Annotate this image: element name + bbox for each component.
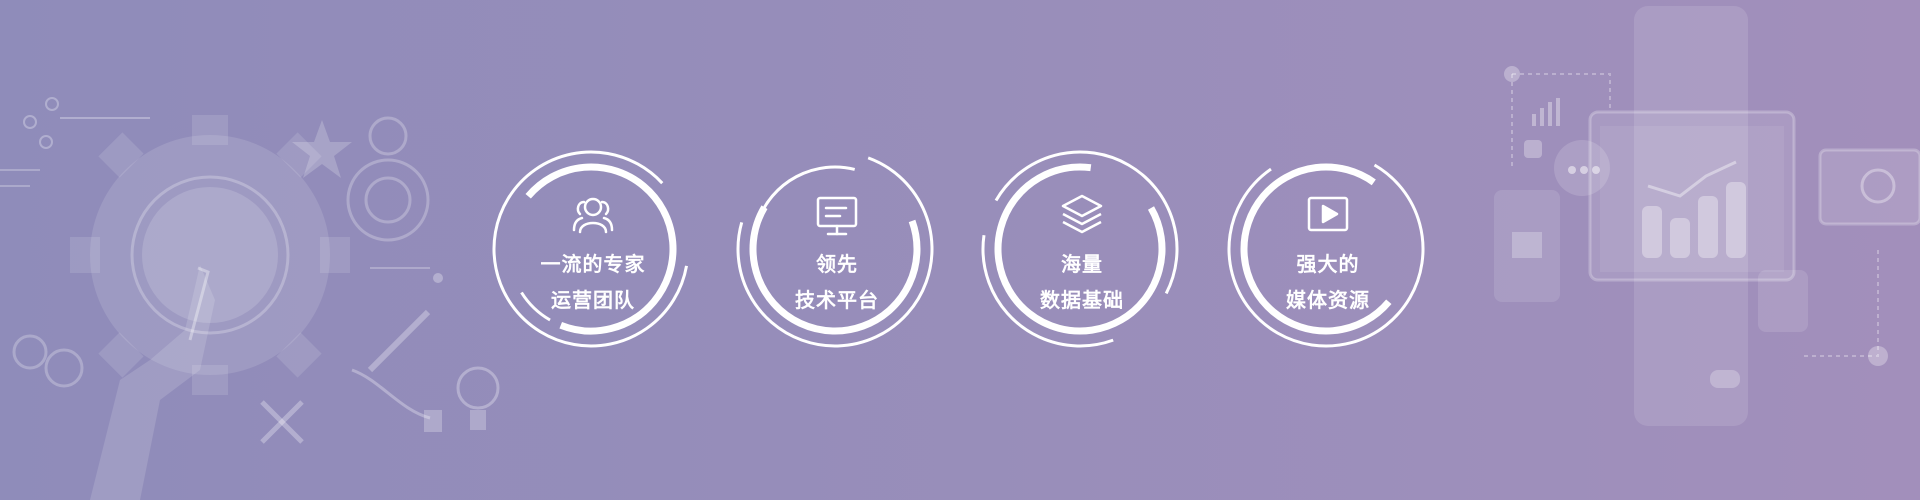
feature-label-line1: 领先 — [816, 252, 858, 276]
feature-label: 强大的 媒体资源 — [1223, 246, 1433, 318]
monitor-icon — [816, 196, 858, 236]
feature-media-resources: 强大的 媒体资源 — [1223, 146, 1433, 356]
feature-label-line2: 运营团队 — [551, 288, 635, 312]
gear-illustration — [0, 97, 500, 500]
feature-label-line2: 技术平台 — [795, 288, 879, 312]
feature-banner: 一流的专家 运营团队 领先 技术平台 海量 数据基础 强大的 媒体资源 — [0, 0, 1920, 500]
feature-label-line1: 强大的 — [1296, 252, 1360, 276]
feature-label: 海量 数据基础 — [977, 246, 1187, 318]
feature-label: 领先 技术平台 — [732, 246, 942, 318]
feature-label-line1: 一流的专家 — [540, 252, 646, 276]
play-icon — [1307, 196, 1349, 232]
feature-label-line1: 海量 — [1061, 252, 1103, 276]
feature-massive-data: 海量 数据基础 — [977, 146, 1187, 356]
feature-expert-team: 一流的专家 运营团队 — [488, 146, 698, 356]
feature-label-line2: 媒体资源 — [1286, 288, 1370, 312]
feature-label-line2: 数据基础 — [1040, 288, 1124, 312]
team-icon — [572, 197, 614, 234]
feature-list: 一流的专家 运营团队 领先 技术平台 海量 数据基础 强大的 媒体资源 — [488, 146, 1433, 356]
device-illustration — [1494, 6, 1920, 426]
feature-label: 一流的专家 运营团队 — [488, 246, 698, 318]
feature-tech-platform: 领先 技术平台 — [732, 146, 942, 356]
layers-icon — [1061, 194, 1103, 234]
